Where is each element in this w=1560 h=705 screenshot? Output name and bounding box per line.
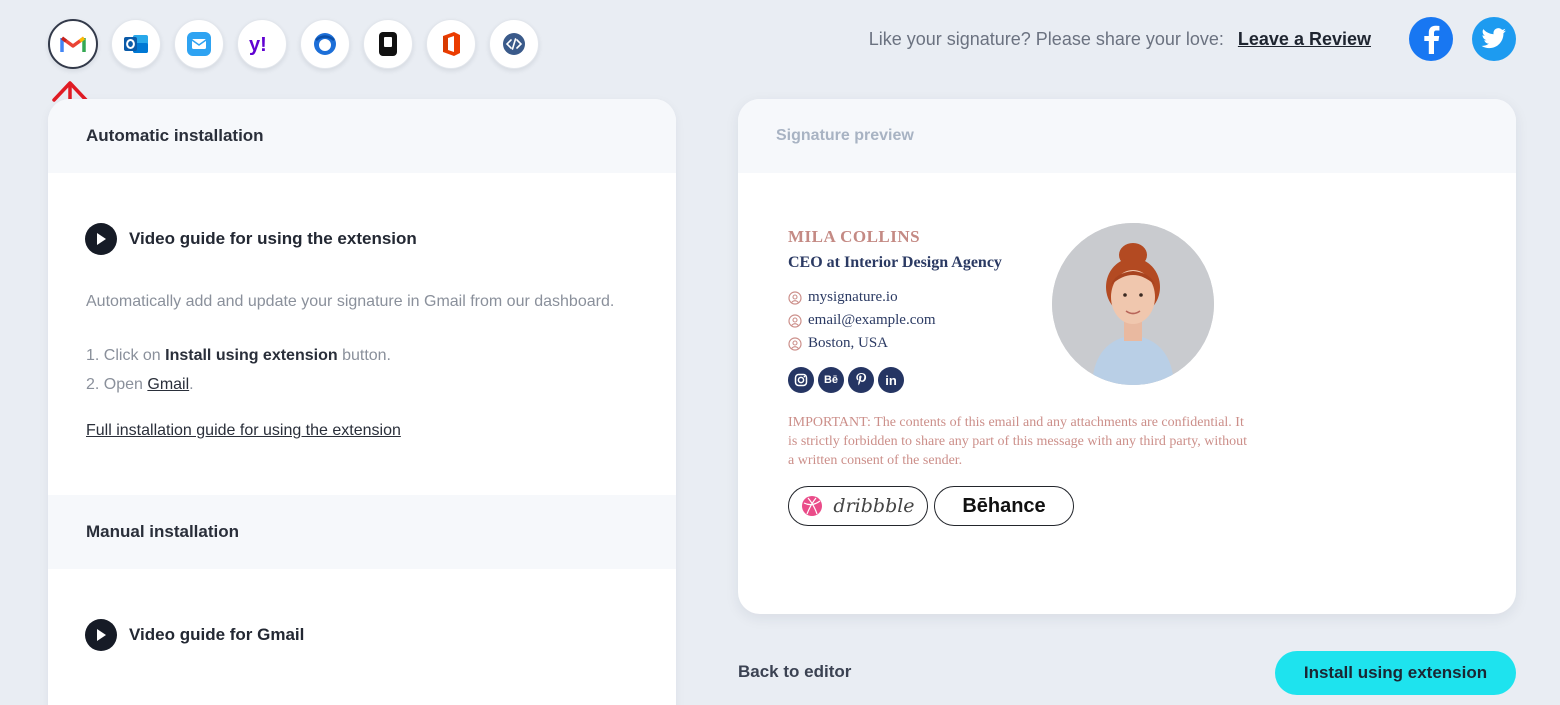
automatic-description: Automatically add and update your signat… — [86, 293, 615, 310]
email-text: email@example.com — [808, 312, 936, 328]
office365-icon — [443, 32, 460, 56]
install-steps: 1. Click on Install using extension butt… — [48, 341, 676, 399]
dribbble-badge-label: dribbble — [833, 495, 915, 517]
gmail-icon — [60, 36, 86, 52]
apple-mail-icon — [187, 32, 211, 56]
signature-badges: dribbble Bēhance — [788, 486, 1248, 526]
step-1: 1. Click on Install using extension butt… — [86, 341, 638, 370]
apple-mail-client-button[interactable] — [174, 19, 224, 69]
html-code-client-button[interactable] — [489, 19, 539, 69]
office365-client-button[interactable] — [426, 19, 476, 69]
video-guide-extension-row[interactable]: Video guide for using the extension — [48, 223, 676, 255]
iphone-icon — [379, 32, 397, 56]
facebook-icon — [1424, 25, 1440, 54]
twitter-icon — [1481, 28, 1506, 49]
email-icon — [788, 313, 802, 328]
step-1-prefix: 1. Click on — [86, 347, 166, 364]
installation-panel: Automatic installation Video guide for u… — [48, 99, 676, 705]
facebook-share-button[interactable] — [1409, 17, 1453, 61]
iphone-client-button[interactable] — [363, 19, 413, 69]
twitter-share-button[interactable] — [1472, 17, 1516, 61]
share-text: Like your signature? Please share your l… — [868, 28, 1224, 49]
dribbble-icon — [802, 496, 823, 516]
manual-installation-header: Manual installation — [48, 495, 676, 569]
portrait-image — [1052, 223, 1214, 385]
step-2-prefix: 2. Open — [86, 376, 148, 393]
full-guide-row: Full installation guide for using the ex… — [48, 422, 676, 440]
thunderbird-icon — [314, 33, 336, 55]
step-1-suffix: button. — [337, 347, 391, 364]
back-to-editor-link[interactable]: Back to editor — [738, 662, 851, 682]
signature-socials: Bē in — [788, 367, 1248, 393]
outlook-client-button[interactable] — [111, 19, 161, 69]
behance-badge[interactable]: Bēhance — [934, 486, 1074, 526]
thunderbird-client-button[interactable] — [300, 19, 350, 69]
install-using-extension-button[interactable]: Install using extension — [1275, 651, 1516, 695]
dribbble-badge[interactable]: dribbble — [788, 486, 928, 526]
leave-review-link[interactable]: Leave a Review — [1238, 29, 1371, 50]
play-icon[interactable] — [85, 223, 117, 255]
pinterest-icon[interactable] — [848, 367, 874, 393]
yahoo-client-button[interactable]: y! — [237, 19, 287, 69]
linkedin-icon[interactable]: in — [878, 367, 904, 393]
share-section: Like your signature? Please share your l… — [869, 17, 1516, 61]
email-client-tabs: y! — [48, 19, 539, 69]
play-icon[interactable] — [85, 619, 117, 651]
video-guide-extension-label[interactable]: Video guide for using the extension — [129, 229, 417, 249]
location-text: Boston, USA — [808, 335, 889, 351]
location-icon — [788, 336, 802, 351]
video-guide-gmail-label[interactable]: Video guide for Gmail — [129, 625, 304, 645]
gmail-link[interactable]: Gmail — [147, 376, 189, 393]
automatic-installation-header: Automatic installation — [48, 99, 676, 173]
website-text: mysignature.io — [808, 289, 898, 305]
gmail-client-button[interactable] — [48, 19, 98, 69]
outlook-icon — [124, 35, 148, 53]
website-icon — [788, 290, 802, 305]
step-2-suffix: . — [189, 376, 194, 393]
instagram-icon[interactable] — [788, 367, 814, 393]
svg-text:y!: y! — [249, 34, 267, 55]
video-guide-gmail-row[interactable]: Video guide for Gmail — [48, 619, 676, 651]
behance-icon[interactable]: Bē — [818, 367, 844, 393]
yahoo-icon: y! — [249, 34, 267, 55]
step-1-button-name: Install using extension — [165, 347, 338, 364]
full-installation-guide-link[interactable]: Full installation guide for using the ex… — [86, 422, 401, 440]
step-2: 2. Open Gmail. — [86, 370, 638, 399]
signature-preview-header: Signature preview — [738, 99, 1516, 173]
signature-photo — [1052, 223, 1214, 385]
html-code-icon — [503, 33, 525, 55]
signature-disclaimer: IMPORTANT: The contents of this email an… — [788, 415, 1248, 468]
signature-preview-panel: Signature preview MILA COLLINS CEO at In… — [738, 99, 1516, 614]
